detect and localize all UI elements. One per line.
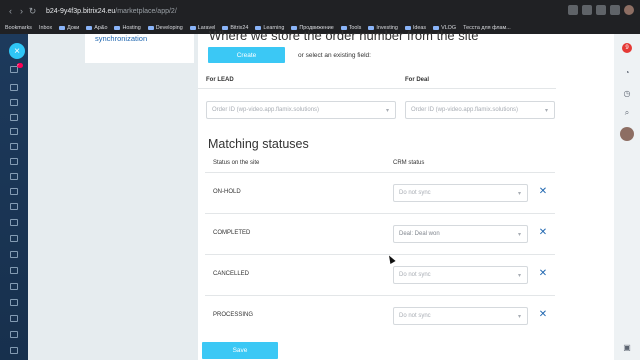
crm-status-select[interactable]: Deal: Deal won ▾ — [393, 225, 528, 243]
divider — [205, 213, 555, 214]
extension-icon[interactable] — [582, 5, 592, 15]
close-icon[interactable]: ✕ — [538, 268, 548, 279]
bookmark[interactable]: Ар&о — [86, 25, 107, 31]
crm-icon[interactable] — [10, 158, 18, 165]
divider — [198, 88, 556, 89]
select-existing-label: or select an existing field: — [298, 52, 371, 59]
mail-icon[interactable] — [10, 99, 18, 106]
market-icon[interactable] — [10, 267, 18, 274]
app-info-card: synchronization — [85, 34, 194, 63]
bookmark[interactable]: Bookmarks — [5, 25, 32, 31]
chevron-down-icon: ▾ — [385, 108, 389, 114]
deal-field-select[interactable]: Order ID (wp-video.app.flamix.solutions)… — [405, 101, 555, 119]
feedback-icon[interactable]: ▣ — [622, 343, 632, 353]
site-status: PROCESSING — [213, 312, 254, 318]
marketing-icon[interactable] — [10, 331, 18, 338]
drive-icon[interactable] — [10, 128, 18, 135]
lead-header: For LEAD — [206, 77, 234, 83]
app-info-text: synchronization — [95, 34, 148, 43]
lead-field-select[interactable]: Order ID (wp-video.app.flamix.solutions)… — [206, 101, 396, 119]
browser-toolbar: ‹ › ↻ b24-9y4f3p.bitrix24.eu/marketplace… — [0, 0, 640, 22]
divider — [205, 172, 555, 173]
crm-status-select[interactable]: Do not sync ▾ — [393, 307, 528, 325]
deal-header: For Deal — [405, 77, 430, 83]
folder-icon — [59, 26, 66, 30]
order-number-title: Where we store the order number from the… — [209, 28, 479, 43]
divider — [205, 295, 555, 296]
calendar-icon[interactable] — [10, 114, 18, 121]
more-icon[interactable] — [10, 315, 18, 322]
back-icon[interactable]: ‹ — [5, 6, 16, 16]
chevron-down-icon: ▾ — [544, 108, 548, 114]
developer-icon[interactable] — [10, 299, 18, 306]
close-icon[interactable]: ✕ — [538, 227, 548, 238]
notification-badge: 9 — [622, 43, 632, 53]
save-button[interactable]: Save — [202, 342, 278, 359]
site-status: COMPLETED — [213, 230, 251, 236]
right-sidebar — [614, 34, 640, 360]
clock-icon[interactable]: ◷ — [622, 89, 632, 99]
close-icon: × — [14, 45, 20, 57]
crm-status-select[interactable]: Do not sync ▾ — [393, 266, 528, 284]
site-status: CANCELLED — [213, 271, 250, 277]
left-sidebar — [0, 34, 28, 360]
chevron-down-icon: ▾ — [517, 232, 521, 238]
search-icon[interactable]: ⌕ — [622, 108, 632, 118]
crm-status-header: CRM status — [393, 160, 425, 166]
extensions — [568, 5, 634, 15]
help-icon[interactable] — [10, 347, 18, 354]
automation-icon[interactable] — [10, 219, 18, 226]
matching-statuses-title: Matching statuses — [208, 137, 309, 151]
notification-badge: 7 — [17, 63, 23, 68]
sites-icon[interactable] — [10, 188, 18, 195]
analytics-icon[interactable] — [10, 235, 18, 242]
close-icon[interactable]: ✕ — [538, 186, 548, 197]
avatar[interactable] — [620, 127, 634, 141]
chevron-down-icon: ▾ — [517, 314, 521, 320]
store-icon[interactable] — [10, 203, 18, 210]
divider — [205, 254, 555, 255]
forward-icon[interactable]: › — [16, 6, 27, 16]
create-button[interactable]: Create — [208, 47, 285, 63]
bell-icon[interactable]: ◔ — [622, 68, 632, 78]
profile-icon[interactable] — [624, 5, 634, 15]
bookmark[interactable]: Доки — [59, 25, 79, 31]
select-value: Order ID (wp-video.app.flamix.solutions) — [212, 107, 320, 113]
crm-status-select[interactable]: Do not sync ▾ — [393, 184, 528, 202]
bookmark[interactable]: Hosting — [114, 25, 141, 31]
site-status-header: Status on the site — [213, 160, 260, 166]
extension-icon[interactable] — [568, 5, 578, 15]
chat-icon[interactable] — [10, 84, 18, 91]
chevron-down-icon: ▾ — [517, 273, 521, 279]
reload-icon[interactable]: ↻ — [27, 6, 38, 17]
contacts-icon[interactable] — [10, 173, 18, 180]
address-bar[interactable]: b24-9y4f3p.bitrix24.eu/marketplace/app/2… — [46, 8, 177, 15]
folder-icon — [86, 26, 93, 30]
chevron-down-icon: ▾ — [517, 191, 521, 197]
employees-icon[interactable] — [10, 251, 18, 258]
select-value: Order ID (wp-video.app.flamix.solutions) — [411, 107, 519, 113]
select-value: Do not sync — [399, 272, 431, 278]
extension-icon[interactable] — [596, 5, 606, 15]
folder-icon — [114, 26, 121, 30]
settings-icon[interactable] — [10, 283, 18, 290]
select-value: Do not sync — [399, 190, 431, 196]
select-value: Do not sync — [399, 313, 431, 319]
select-value: Deal: Deal won — [399, 231, 440, 237]
close-slider-button[interactable]: × — [9, 43, 25, 59]
close-icon[interactable]: ✕ — [538, 309, 548, 320]
folder-icon — [147, 26, 154, 30]
bookmark[interactable]: Developing — [147, 25, 183, 31]
site-status: ON-HOLD — [213, 189, 241, 195]
bookmark[interactable]: Inbox — [39, 25, 52, 31]
extension-icon[interactable] — [610, 5, 620, 15]
tasks-icon[interactable] — [10, 143, 18, 150]
folder-icon — [189, 26, 196, 30]
